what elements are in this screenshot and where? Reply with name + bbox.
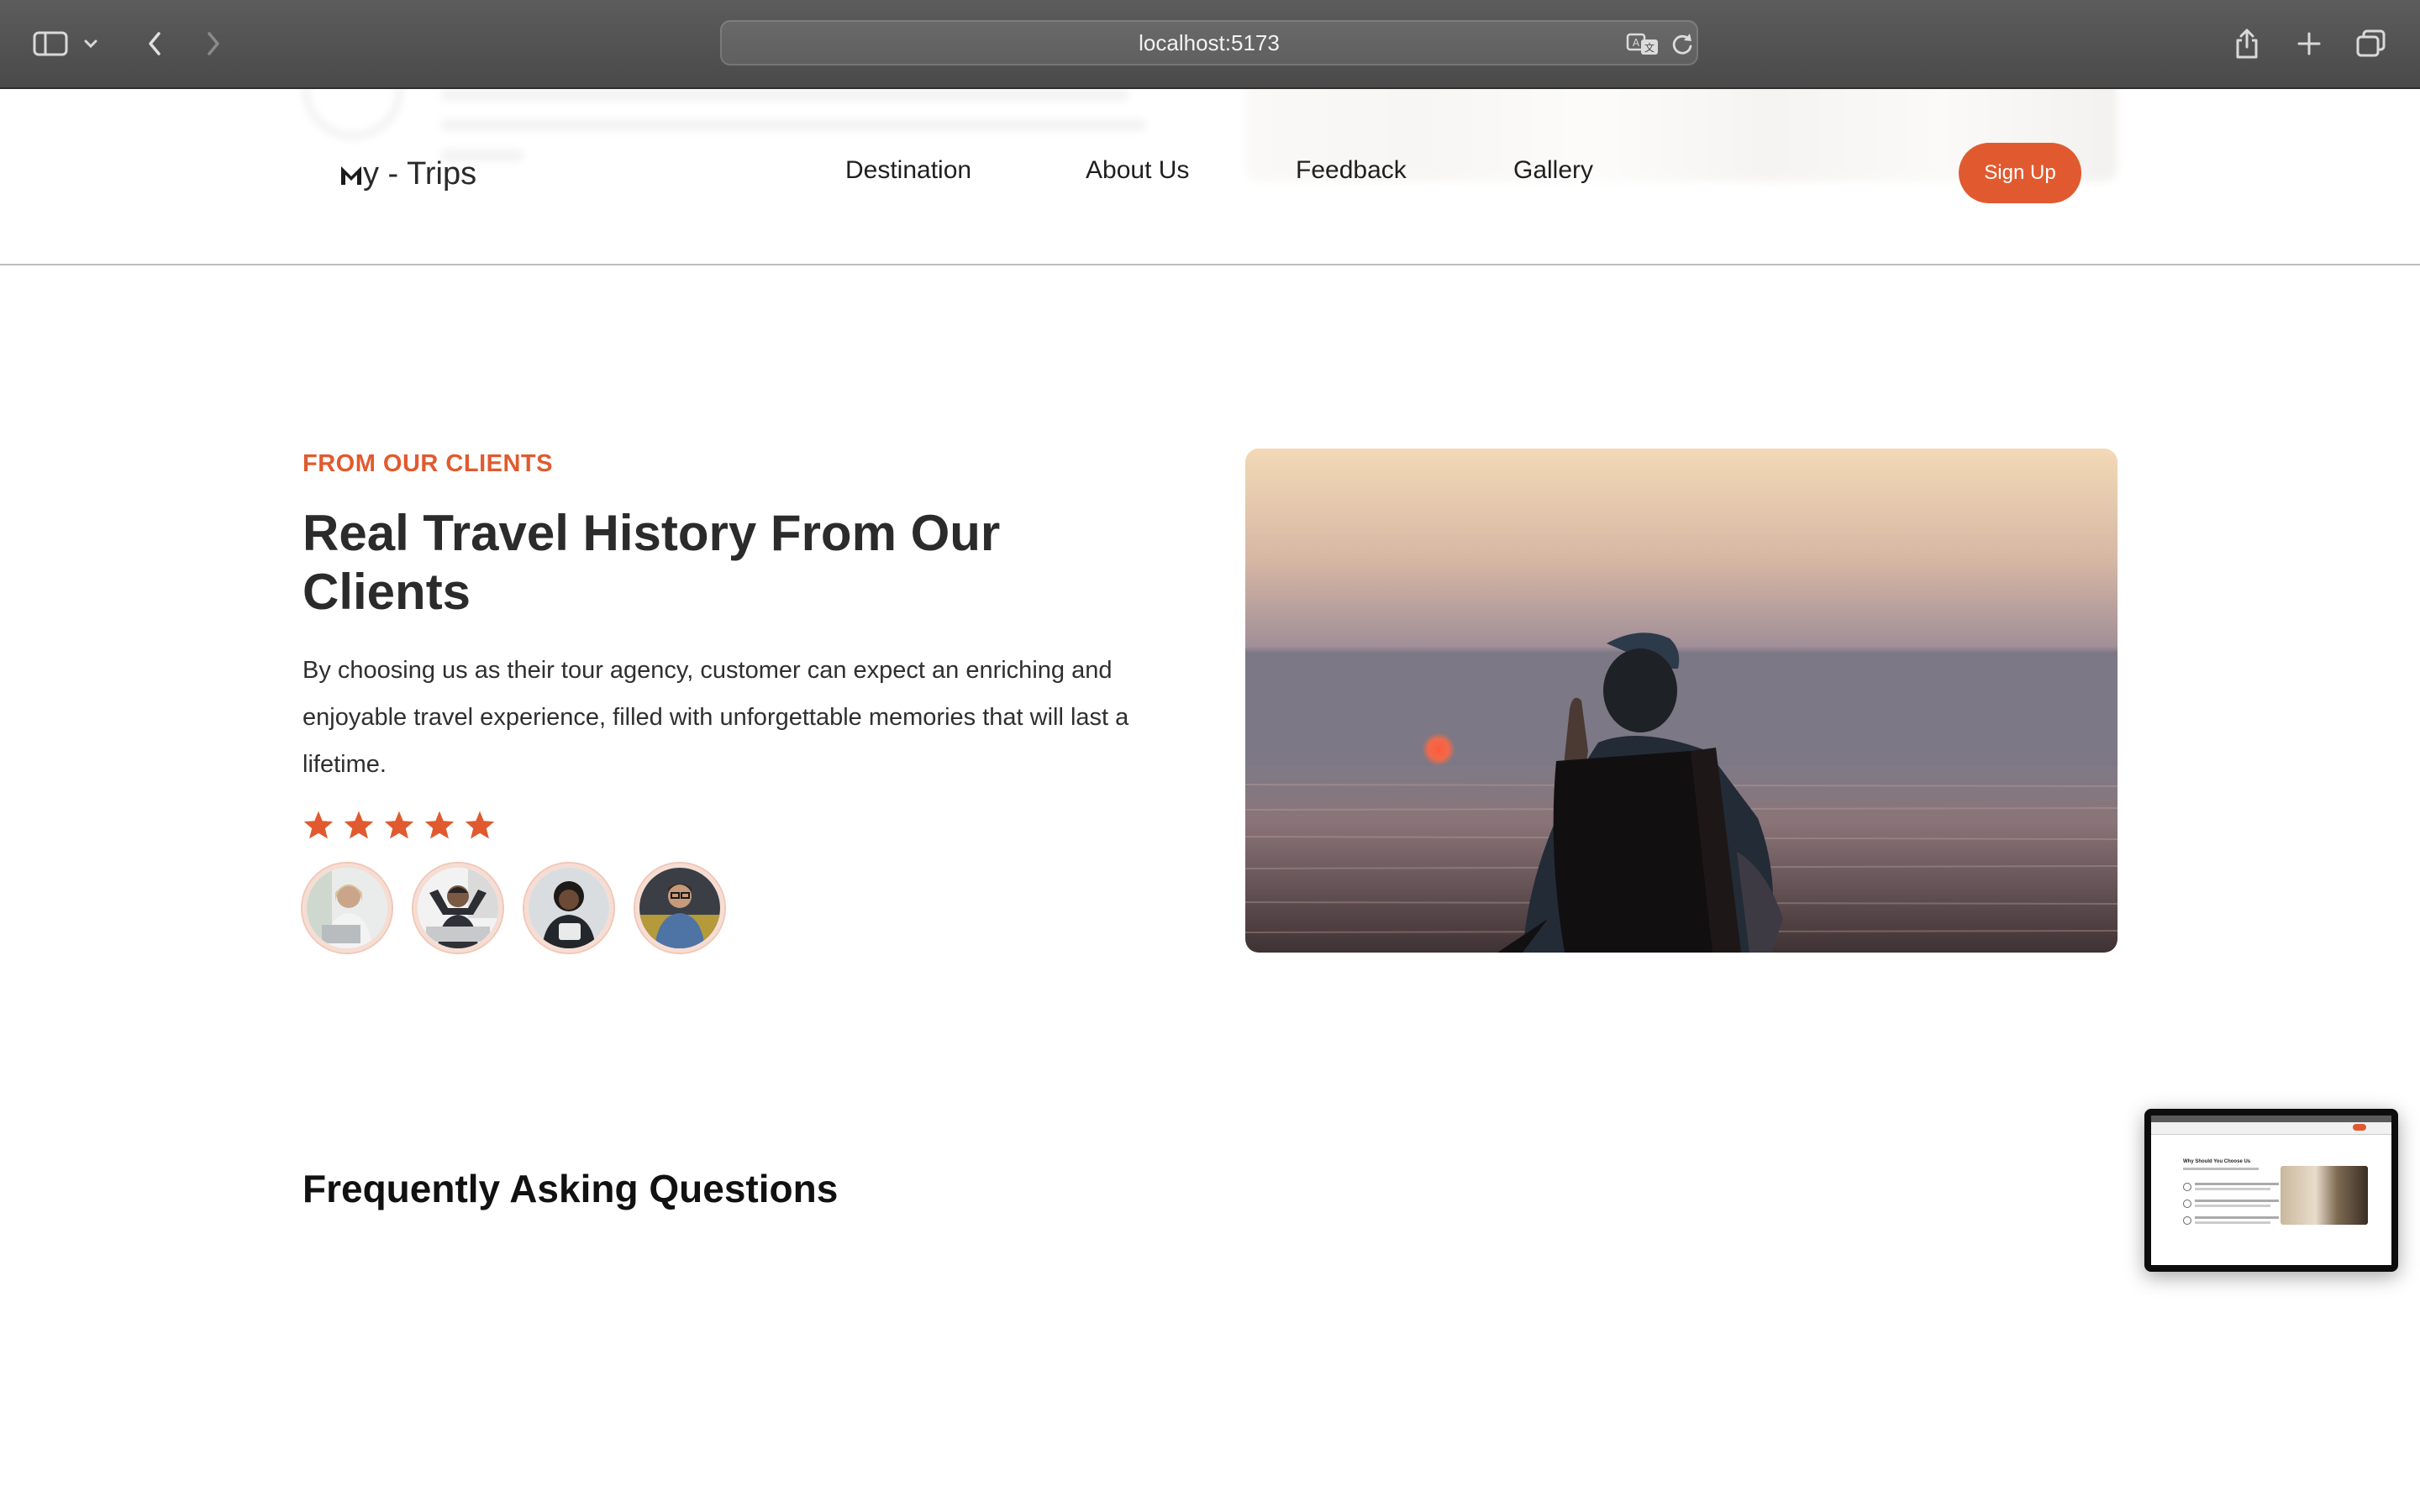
faq-title: Frequently Asking Questions xyxy=(302,1167,839,1210)
client-avatar-4[interactable] xyxy=(635,864,724,953)
url-text: localhost:5173 xyxy=(1139,29,1280,55)
chevron-right-icon xyxy=(208,32,219,55)
avatar-photo xyxy=(639,868,720,948)
client-avatar-3[interactable] xyxy=(524,864,613,953)
svg-text:A: A xyxy=(1633,37,1640,49)
svg-text:文: 文 xyxy=(1644,41,1655,54)
section-heading: Real Travel History From Our Clients xyxy=(302,505,1001,620)
rating-stars xyxy=(302,810,496,840)
share-icon xyxy=(2236,29,2258,59)
sidebar-toggle-button[interactable] xyxy=(27,20,74,67)
sidebar-icon xyxy=(33,31,68,56)
nav-link-destination[interactable]: Destination xyxy=(845,156,971,185)
sign-up-button[interactable]: Sign Up xyxy=(1959,143,2081,203)
star-icon xyxy=(384,811,414,839)
brand-logo[interactable]: y - Trips xyxy=(339,156,476,192)
new-tab-button[interactable] xyxy=(2286,20,2333,67)
chevron-down-icon xyxy=(84,39,97,49)
star-icon xyxy=(344,811,374,839)
client-avatar-2[interactable] xyxy=(413,864,502,953)
section-eyebrow: FROM OUR CLIENTS xyxy=(302,450,553,477)
section-description: By choosing us as their tour agency, cus… xyxy=(302,657,1129,778)
star-icon xyxy=(303,811,334,839)
translate-icon[interactable]: A 文 xyxy=(1626,31,1661,58)
reload-icon[interactable] xyxy=(1670,31,1695,58)
tab-overview-button[interactable] xyxy=(2348,20,2395,67)
page-content: y - Trips Destination About Us Feedback … xyxy=(0,89,2420,1512)
star-icon xyxy=(465,811,495,839)
nav-link-feedback[interactable]: Feedback xyxy=(1296,156,1407,185)
browser-toolbar: localhost:5173 A 文 xyxy=(0,0,2420,89)
avatar-photo xyxy=(529,868,609,948)
tabs-icon xyxy=(2356,29,2386,57)
client-avatars xyxy=(302,864,724,953)
thumbnail-title: Why Should You Choose Us xyxy=(2183,1159,2251,1164)
logo-m-icon xyxy=(341,165,361,185)
thumbnail-preview: Why Should You Choose Us xyxy=(2151,1116,2391,1265)
star-icon xyxy=(424,811,455,839)
top-navbar: y - Trips Destination About Us Feedback … xyxy=(0,89,2420,265)
chevron-left-icon xyxy=(149,32,160,55)
tab-group-dropdown-button[interactable] xyxy=(74,20,108,67)
plus-icon xyxy=(2297,32,2321,55)
share-button[interactable] xyxy=(2223,20,2270,67)
client-avatar-1[interactable] xyxy=(302,864,392,953)
sunset-sea-photo xyxy=(1245,449,2118,953)
forward-button[interactable] xyxy=(190,20,237,67)
nav-link-gallery[interactable]: Gallery xyxy=(1513,156,1593,185)
avatar-photo xyxy=(307,868,387,948)
address-bar[interactable]: localhost:5173 A 文 xyxy=(720,20,1698,66)
brand-name: y - Trips xyxy=(363,156,477,192)
nav-link-about-us[interactable]: About Us xyxy=(1086,156,1189,185)
screenshot-thumbnail[interactable]: Why Should You Choose Us xyxy=(2144,1109,2398,1272)
avatar-photo xyxy=(418,868,498,948)
client-travel-photo xyxy=(1245,449,2118,953)
back-button[interactable] xyxy=(131,20,178,67)
